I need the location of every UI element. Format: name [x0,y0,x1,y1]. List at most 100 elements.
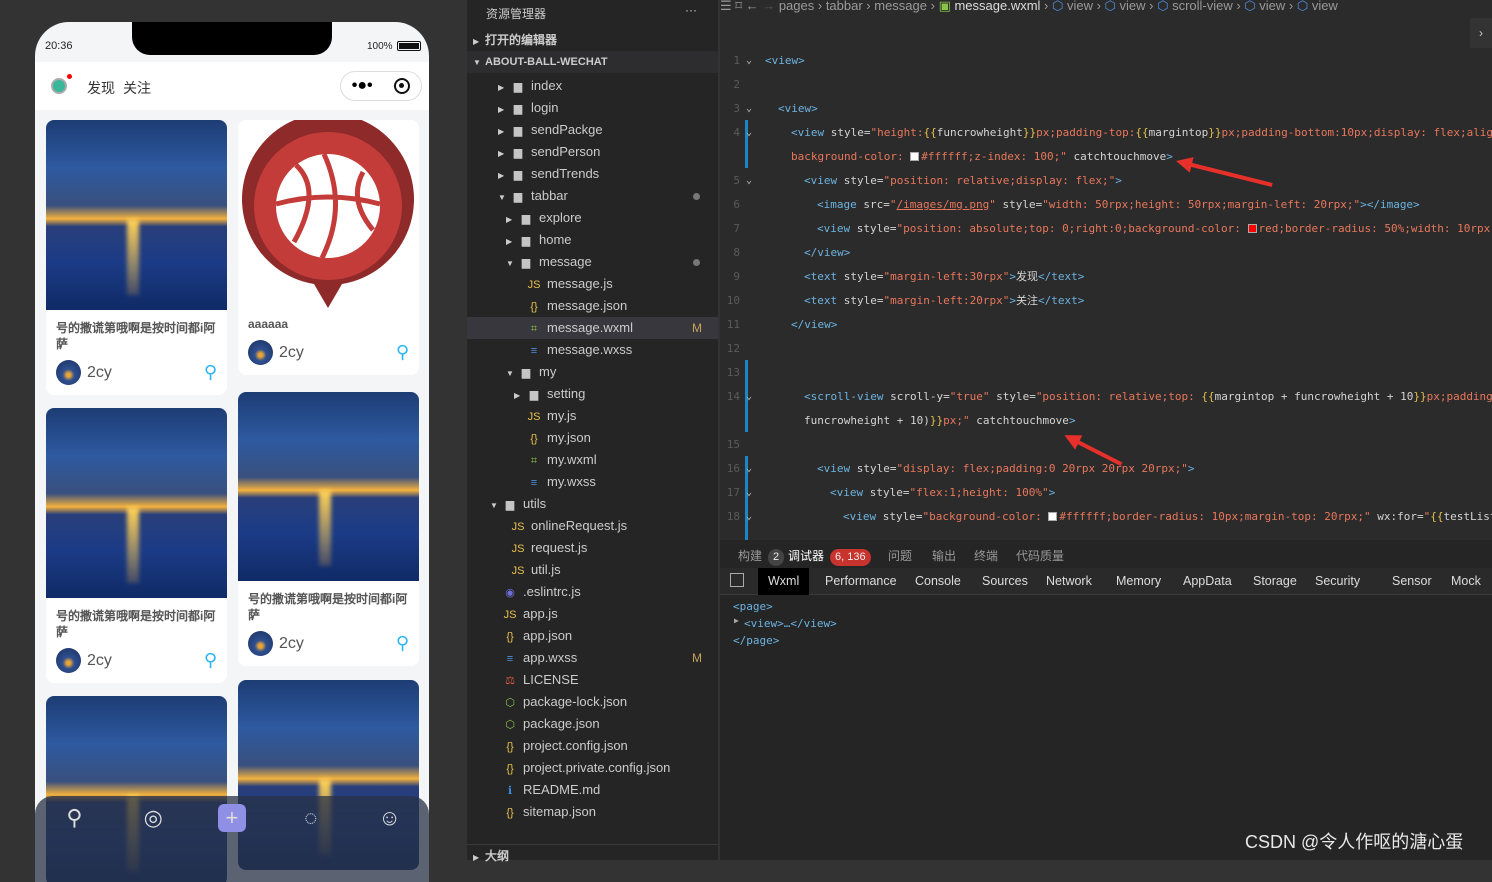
devtools-tab-memory[interactable]: Memory [1106,568,1171,595]
location-pin-icon[interactable]: ⚲ [204,650,217,671]
code-line[interactable]: 11</view> [720,313,1492,337]
panel-tab-3[interactable]: 输出 [932,547,956,564]
chevron-down-icon[interactable]: ▼ [490,495,502,517]
code-line[interactable]: 6<image src="/images/mg.png" style="widt… [720,193,1492,217]
tree-item-sitemap-json[interactable]: {}sitemap.json [467,801,718,823]
panel-tab-2[interactable]: 问题 [888,547,912,564]
tree-item-app-json[interactable]: {}app.json [467,625,718,647]
tree-item-app-wxss[interactable]: ≡app.wxssM [467,647,718,669]
code-line[interactable]: 9<text style="margin-left:30rpx">发现</tex… [720,265,1492,289]
forward-icon[interactable]: → [762,0,779,13]
code-line[interactable]: 17⌄<view style="flex:1;height: 100%"> [720,481,1492,505]
plus-icon[interactable]: + [218,804,246,832]
tree-item-onlinerequest-js[interactable]: JSonlineRequest.js [467,515,718,537]
chevron-right-icon[interactable]: ▶ [506,231,518,253]
fold-chevron-icon[interactable]: ⌄ [746,481,752,505]
chevron-right-icon[interactable]: ▶ [506,209,518,231]
fold-chevron-icon[interactable]: ⌄ [746,49,752,73]
breadcrumb-item[interactable]: view [1067,0,1093,13]
breadcrumb-item[interactable]: scroll-view [1172,0,1233,13]
breadcrumb-item[interactable]: message [874,0,927,13]
wxml-node[interactable]: <view>…</view> [744,617,837,630]
code-line[interactable]: 5⌄<view style="position: relative;displa… [720,169,1492,193]
fold-chevron-icon[interactable]: ⌄ [746,505,752,529]
chevron-right-icon[interactable]: ▶ [498,77,510,99]
tree-item-project-private-config-json[interactable]: {}project.private.config.json [467,757,718,779]
tree-item-sendtrends[interactable]: ▶▆sendTrends [467,163,718,185]
tree-item-my-wxss[interactable]: ≡my.wxss [467,471,718,493]
tree-item-login[interactable]: ▶▆login [467,97,718,119]
expand-arrow-icon[interactable]: ▶ [734,616,739,625]
tree-item-message-wxss[interactable]: ≡message.wxss [467,339,718,361]
breadcrumb-item[interactable]: pages [779,0,814,13]
code-line[interactable]: 8</view> [720,241,1492,265]
list-icon[interactable]: ☰ [720,0,735,13]
devtools-tab-console[interactable]: Console [905,568,971,595]
compass-icon[interactable]: ◎ [139,804,167,832]
code-line[interactable]: 7<view style="position: absolute;top: 0;… [720,217,1492,241]
devtools-tab-network[interactable]: Network [1036,568,1102,595]
tree-item-app-js[interactable]: JSapp.js [467,603,718,625]
code-line[interactable]: 16⌄<view style="display: flex;padding:0 … [720,457,1492,481]
code-editor[interactable]: ☰ ⌑ ← → pages › tabbar › message › ▣ mes… [720,0,1492,540]
devtools-tab-sources[interactable]: Sources [972,568,1038,595]
tree-item-utils[interactable]: ▼▆utils [467,493,718,515]
tree-item-project-config-json[interactable]: {}project.config.json [467,735,718,757]
tree-item-home[interactable]: ▶▆home [467,229,718,251]
tab-discover[interactable]: 发现 [87,78,115,98]
tree-item-setting[interactable]: ▶▆setting [467,383,718,405]
chevron-down-icon[interactable]: ▼ [506,363,518,385]
tree-item-my-wxml[interactable]: ⌗my.wxml [467,449,718,471]
code-line[interactable]: funcrowheight + 10)}}px;" catchtouchmove… [720,409,1492,433]
tree-item-package-lock-json[interactable]: ⬡package-lock.json [467,691,718,713]
code-line[interactable]: 12 [720,337,1492,361]
color-swatch[interactable] [910,152,919,161]
chevron-down-icon[interactable]: ▼ [506,253,518,275]
color-swatch[interactable] [1248,224,1257,233]
breadcrumb-item[interactable]: view [1259,0,1285,13]
tree-item-request-js[interactable]: JSrequest.js [467,537,718,559]
breadcrumb-item[interactable]: message.wxml [954,0,1040,13]
fold-chevron-icon[interactable]: ⌄ [746,121,752,145]
breadcrumb-item[interactable]: view [1120,0,1146,13]
fold-chevron-icon[interactable]: ⌄ [746,169,752,193]
bookmark-icon[interactable]: ⌑ [735,0,745,13]
color-swatch[interactable] [1048,512,1057,521]
panel-tab-0[interactable]: 构建2 [738,547,784,566]
tree-item-readme-md[interactable]: ℹREADME.md [467,779,718,801]
breadcrumb-item[interactable]: view [1312,0,1338,13]
tree-item-my-js[interactable]: JSmy.js [467,405,718,427]
code-line[interactable]: 14⌄<scroll-view scroll-y="true" style="p… [720,385,1492,409]
chevron-right-icon[interactable]: ▶ [498,165,510,187]
wxml-node[interactable]: </page> [733,634,779,647]
code-line[interactable]: background-color: #ffffff;z-index: 100;"… [720,145,1492,169]
devtools-tab-storage[interactable]: Storage [1243,568,1307,595]
devtools-tab-appdata[interactable]: AppData [1173,568,1242,595]
code-line[interactable]: 13 [720,361,1492,385]
more-actions-button[interactable]: ··· [685,3,697,17]
location-pin-icon[interactable]: ⚲ [396,342,409,363]
close-target-icon[interactable] [394,78,410,94]
tree-item-index[interactable]: ▶▆index [467,75,718,97]
devtools-tab-wxml[interactable]: Wxml [758,568,809,595]
devtools-tab-performance[interactable]: Performance [815,568,907,595]
post-card[interactable]: 号的撒谎第哦啊是按时间都i阿萨 2cy⚲ [46,120,227,395]
location-icon[interactable]: ⚲ [60,804,88,832]
tree-item-message[interactable]: ▼▆message [467,251,718,273]
open-editors-section[interactable]: ▶打开的编辑器 [467,29,718,51]
devtools-tab-mock[interactable]: Mock [1441,568,1491,595]
chevron-right-icon[interactable]: ▶ [498,143,510,165]
breadcrumb-item[interactable]: tabbar [826,0,863,13]
chat-icon[interactable]: ◌ [297,804,325,832]
tree-item-my[interactable]: ▼▆my [467,361,718,383]
tree-item-package-json[interactable]: ⬡package.json [467,713,718,735]
tab-follow[interactable]: 关注 [123,78,151,98]
tree-item-message-wxml[interactable]: ⌗message.wxmlM [467,317,718,339]
project-section[interactable]: ▼ABOUT-BALL-WECHAT [467,51,718,73]
tree-item-license[interactable]: ⚖LICENSE [467,669,718,691]
tree-item-sendpackge[interactable]: ▶▆sendPackge [467,119,718,141]
message-icon[interactable] [51,78,67,94]
fold-chevron-icon[interactable]: ⌄ [746,457,752,481]
panel-tab-4[interactable]: 终端 [974,547,998,564]
tree-item-util-js[interactable]: JSutil.js [467,559,718,581]
